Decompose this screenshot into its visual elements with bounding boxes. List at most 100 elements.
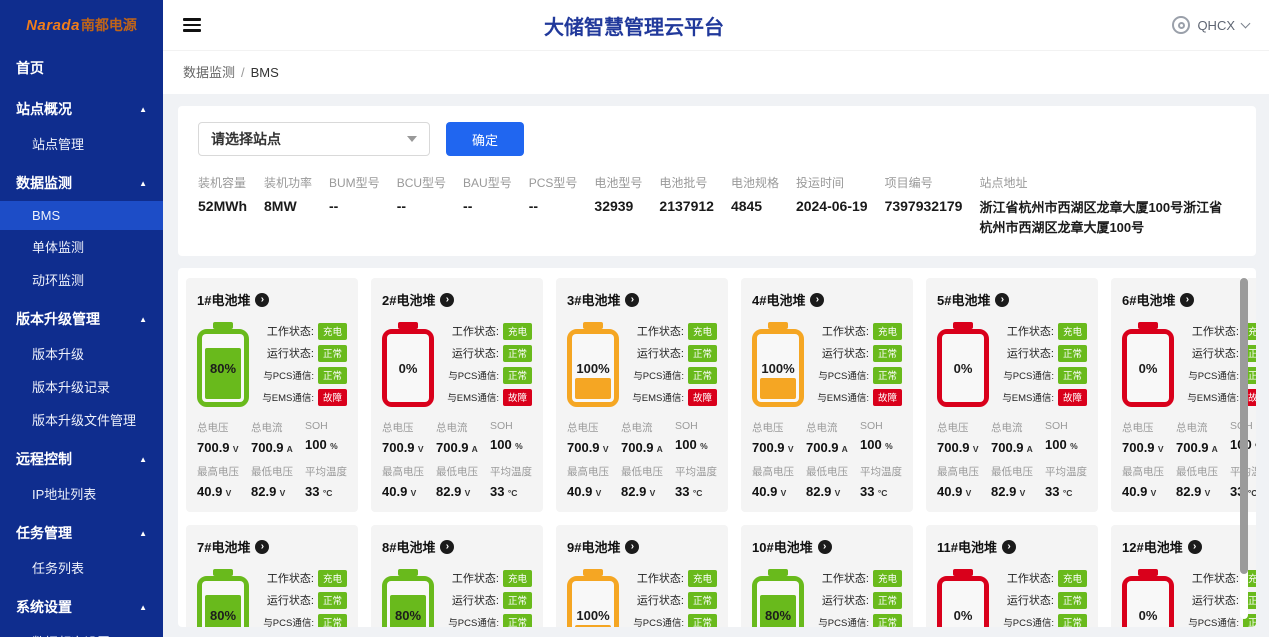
battery-soc-label: 0% [398,360,418,376]
stat-label: 最高电压 [752,466,794,479]
stat-unit: V [1202,488,1211,499]
battery-icon: 0% [1122,576,1174,627]
status-label: 工作状态: [1191,573,1239,586]
sidebar-item-站点概况[interactable]: 站点概况 ▲ [0,91,163,127]
detail-arrow-icon[interactable]: › [440,539,455,554]
card-head: 10#电池堆 › [752,537,902,556]
breadcrumb-item[interactable]: 数据监测 [183,65,235,80]
info-field: 电池型号 32939 [594,174,642,214]
stat-unit: V [600,444,609,455]
sidebar-item-任务列表[interactable]: 任务列表 [0,551,163,584]
sidebar-item-IP地址列表[interactable]: IP地址列表 [0,477,163,510]
sidebar-item-版本升级管理[interactable]: 版本升级管理 ▲ [0,301,163,337]
stat-value: 40.9 V [752,484,787,500]
battery-card: 5#电池堆 › 0% 工作状态: 充电 运行状态: 正常 与PCS通信: 正常 与EMS通信: 故障… [926,278,1098,513]
detail-arrow-icon[interactable]: › [995,292,1010,307]
scrollbar-thumb[interactable] [1240,278,1248,575]
stat-value: 40.9 V [197,484,232,500]
detail-arrow-icon[interactable]: › [255,292,270,307]
stat-value: 700.9 A [1176,440,1218,456]
sidebar-item-BMS[interactable]: BMS [0,201,163,230]
status-badge: 正常 [502,613,532,627]
status-list: 工作状态:充电运行状态:正常与PCS通信:正常与EMS通信:故障 [256,568,347,627]
hamburger-menu-icon[interactable] [183,18,201,32]
status-label: 与EMS通信: [262,393,314,405]
battery-card: 7#电池堆›80%工作状态:充电运行状态:正常与PCS通信:正常与EMS通信:故… [186,525,358,627]
sidebar-item-label: 远程控制 [16,451,72,467]
sidebar-item-任务管理[interactable]: 任务管理 ▲ [0,515,163,551]
battery-card: 8#电池堆›80%工作状态:充电运行状态:正常与PCS通信:正常与EMS通信:故… [371,525,543,627]
status-label: 运行状态: [266,348,314,361]
main-area: 大储智慧管理云平台 QHCX 数据监测 / BMS 请选择站点 确定 装机容量 52M… [163,0,1269,637]
sidebar-item-单体监测[interactable]: 单体监测 [0,230,163,263]
sidebar-item-版本升级[interactable]: 版本升级 [0,337,163,370]
info-field-value: -- [528,198,539,214]
stat-cell: 平均温度 33 °C [305,464,347,499]
battery-card: 6#电池堆›0%工作状态:充电运行状态:正常与PCS通信:正常与EMS通信:故障… [1111,278,1256,513]
sidebar-item-label: 任务列表 [32,561,85,576]
status-badge: 正常 [687,613,717,627]
stat-cell: 总电流 700.9 A [251,420,293,455]
status-label: 与PCS通信: [1003,371,1054,383]
detail-arrow-icon[interactable]: › [1180,292,1195,307]
sidebar-item-系统设置[interactable]: 系统设置 ▲ [0,589,163,625]
content-area: 请选择站点 确定 装机容量 52MWh 装机功率 8MW BUM型号 -- BCU型号 -- B… [163,94,1269,637]
detail-arrow-icon[interactable]: › [440,292,455,307]
stat-value: 700.9 A [991,440,1033,456]
sidebar-item-数据监测[interactable]: 数据监测 ▲ [0,165,163,201]
stat-label: 最低电压 [621,466,663,479]
stat-unit: V [462,488,471,499]
status-label: 运行状态: [266,595,314,608]
battery-soc-label: 100% [761,360,795,376]
sidebar-item-数据频次设置[interactable]: 数据频次设置 [0,625,163,637]
station-select-value: 请选择站点 [211,131,281,147]
info-field-label: BCU型号 [396,176,447,190]
card-body: 100% 工作状态:充电运行状态:正常与PCS通信:正常与EMS通信:故障 [567,321,717,408]
sidebar-item-动环监测[interactable]: 动环监测 [0,263,163,296]
status-label: 与EMS通信: [1187,393,1239,405]
status-label: 与PCS通信: [633,371,684,383]
status-row: 运行状态:正常 [452,591,532,609]
collapse-arrow-icon: ▲ [139,528,147,538]
sidebar-item-版本升级记录[interactable]: 版本升级记录 [0,370,163,403]
info-field-label: BAU型号 [463,176,512,190]
sidebar-item-站点管理[interactable]: 站点管理 [0,127,163,160]
stat-label: SOH [305,420,328,433]
stat-label: 总电压 [752,422,784,435]
stat-cell: 最高电压 40.9 V [1122,464,1164,499]
stat-label: 最高电压 [382,466,424,479]
brand-logo: Narada 南都电源 [0,0,163,50]
detail-arrow-icon[interactable]: › [625,292,640,307]
station-select[interactable]: 请选择站点 [198,122,430,156]
stat-label: SOH [860,420,883,433]
stat-label: 最高电压 [567,466,609,479]
user-menu[interactable]: QHCX [1172,16,1251,34]
detail-arrow-icon[interactable]: › [1001,539,1016,554]
status-badge: 正常 [1057,613,1087,627]
confirm-button[interactable]: 确定 [446,122,525,156]
detail-arrow-icon[interactable]: › [625,539,640,554]
info-field-value: -- [329,198,339,214]
stat-unit: V [593,488,602,499]
info-field-label: 投运时间 [795,176,844,190]
stat-unit: V [778,488,787,499]
sidebar-item-远程控制[interactable]: 远程控制 ▲ [0,441,163,477]
info-field: 项目编号 7397932179 [885,174,963,214]
detail-arrow-icon[interactable]: › [1187,539,1202,554]
sidebar-item-版本升级文件管理[interactable]: 版本升级文件管理 [0,403,163,436]
sidebar-item-首页[interactable]: 首页 [0,50,163,86]
detail-arrow-icon[interactable]: › [810,292,825,307]
battery-card: 4#电池堆 › 100% 工作状态: 充电 运行状态: 正常 与PCS通信: 正常 与EMS通信:… [741,278,913,513]
battery-soc-label: 80% [394,607,422,623]
stat-cell: 总电压 700.9 V [937,420,979,455]
stat-unit: V [1017,488,1026,499]
vertical-scrollbar[interactable] [1240,276,1248,619]
detail-arrow-icon[interactable]: › [255,539,270,554]
info-field-value: 8MW [264,198,297,214]
stat-unit: °C [505,488,518,499]
sidebar: Narada 南都电源 首页站点概况 ▲ 站点管理数据监测 ▲ BMS 单体监测 动环监测版… [0,0,163,637]
battery-icon: 80% [197,329,249,408]
detail-arrow-icon[interactable]: › [817,539,832,554]
stat-label: 总电压 [567,422,599,435]
stat-cell: 最低电压 82.9 V [436,464,478,499]
